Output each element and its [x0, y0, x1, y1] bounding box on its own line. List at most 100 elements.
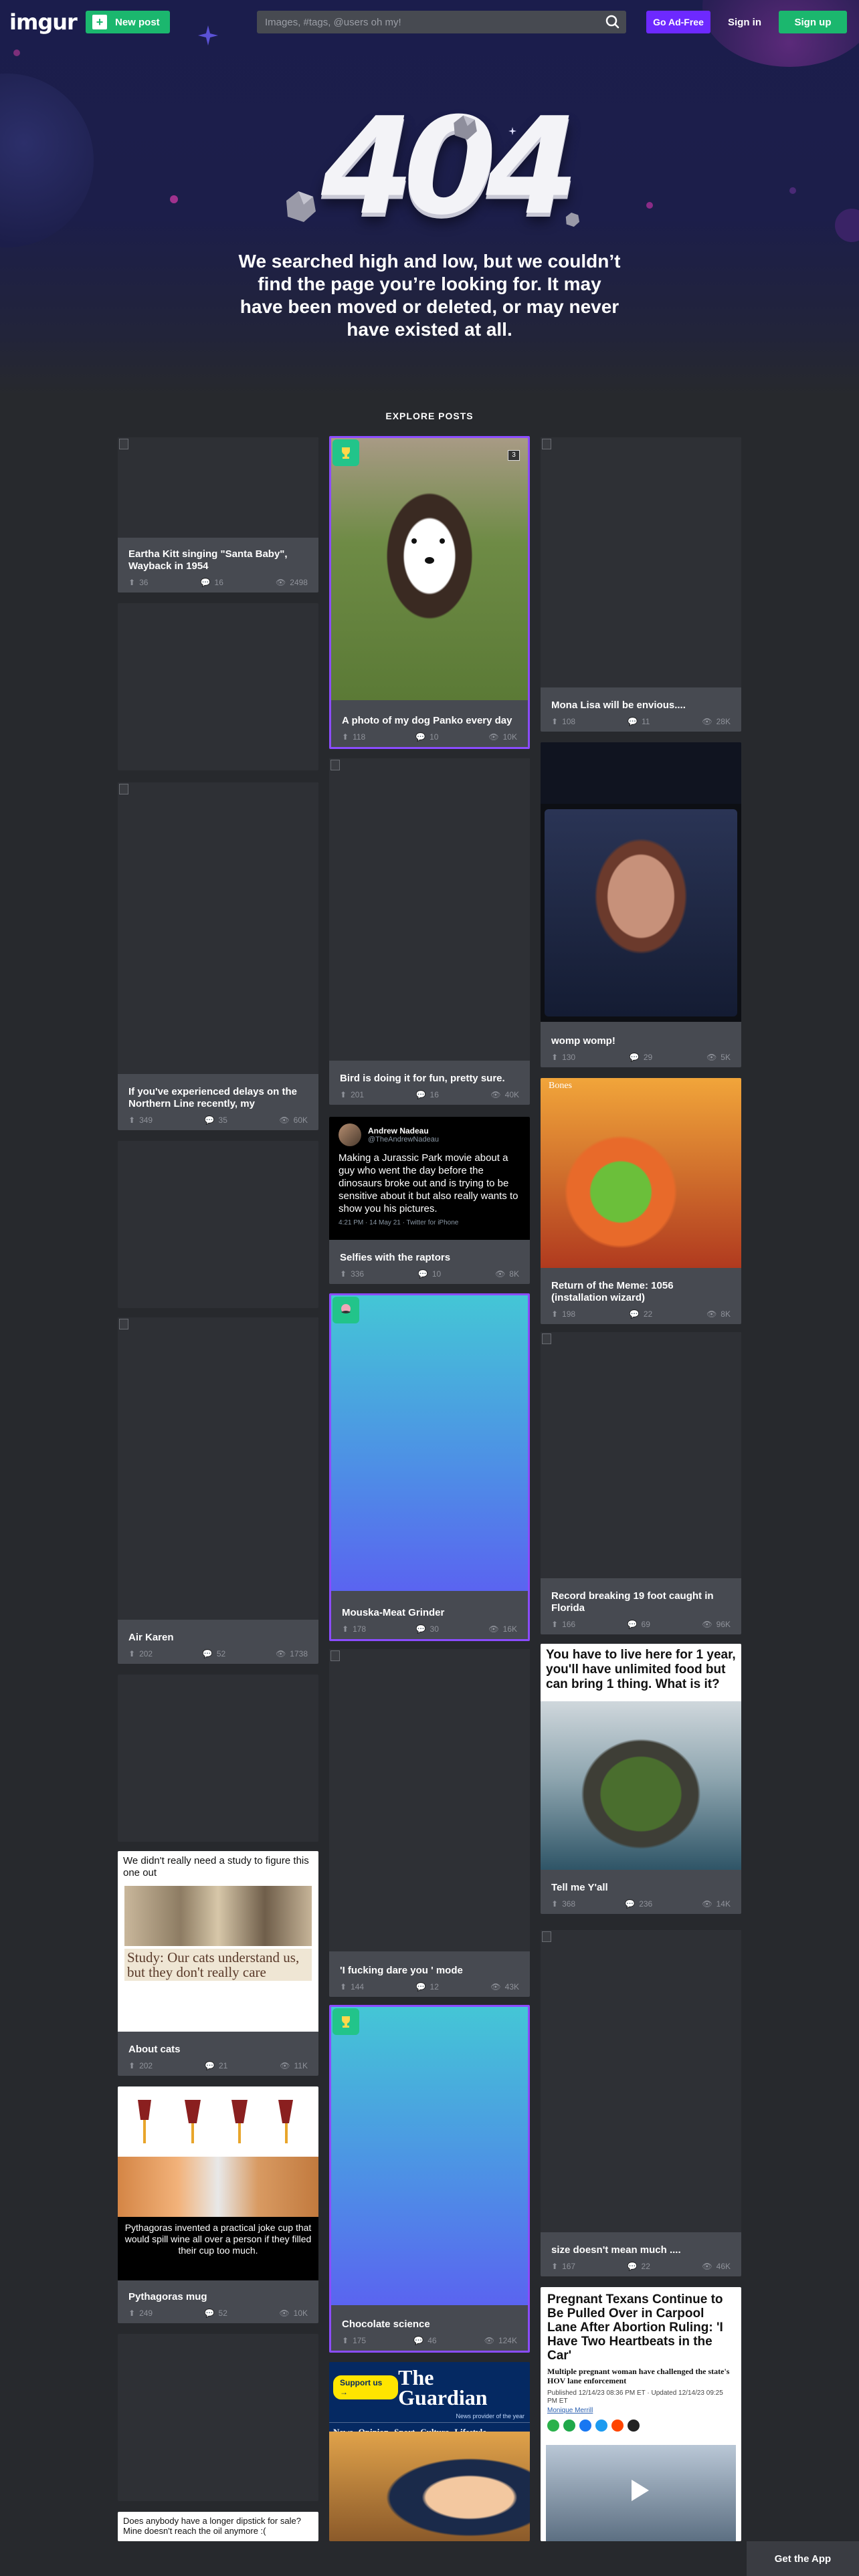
post-image [541, 742, 741, 1022]
post-card[interactable]: Air Karen ⬆ 202 💬 52 👁 1738 [118, 1317, 318, 1664]
broken-image-icon [330, 760, 340, 770]
post-card[interactable]: You have to live here for 1 year, you'll… [541, 1644, 741, 1914]
post-title: size doesn't mean much .... [551, 2244, 681, 2256]
post-title: Pythagoras mug [128, 2291, 207, 2302]
view-count: 👁 40K [490, 1090, 519, 1099]
post-card[interactable]: If you've experienced delays on the Nort… [118, 782, 318, 1130]
broken-image-icon [542, 1931, 551, 1942]
article-subhead: Multiple pregnant woman have challenged … [547, 2367, 730, 2385]
comment-count: 💬 35 [204, 1115, 227, 1125]
upvote-count: ⬆ 198 [551, 1309, 576, 1319]
video-player[interactable] [546, 2445, 736, 2541]
post-overlay-text: We didn't really need a study to figure … [123, 1855, 309, 1879]
portrait-photo [545, 809, 737, 1016]
decor-dot [170, 195, 178, 203]
post-card[interactable]: Bones Return of the Meme: 1056 (installa… [541, 1078, 741, 1324]
post-title: Mouska-Meat Grinder [342, 1607, 445, 1618]
search-input[interactable] [257, 16, 599, 28]
comment-count: 💬 52 [202, 1649, 226, 1658]
broken-image-icon [542, 439, 551, 449]
sign-up-button[interactable]: Sign up [779, 11, 847, 33]
post-card-promoted[interactable]: 3 A photo of my dog Panko every day ⬆ 11… [329, 436, 530, 749]
post-image [329, 758, 530, 1061]
tweet-text: Making a Jurassic Park movie about a guy… [339, 1152, 518, 1214]
comment-count: 💬 22 [629, 1309, 653, 1319]
post-card[interactable]: Eartha Kitt singing "Santa Baby", Waybac… [118, 437, 318, 593]
post-title: 'I fucking dare you ' mode [340, 1965, 463, 1976]
post-card[interactable]: Pythagoras invented a practical joke cup… [118, 2086, 318, 2323]
comment-count: 💬 21 [205, 2061, 228, 2070]
view-count: 👁 10K [488, 732, 517, 742]
upvote-count: ⬆ 368 [551, 1899, 576, 1909]
view-count: 👁 8K [495, 1269, 519, 1279]
post-card-promoted[interactable]: Chocolate science ⬆ 175 💬 46 👁 124K [329, 2005, 530, 2353]
post-card[interactable]: Bird is doing it for fun, pretty sure. ⬆… [329, 758, 530, 1105]
upvote-count: ⬆ 202 [128, 1649, 153, 1658]
view-count: 👁 28K [702, 717, 731, 726]
post-title: Eartha Kitt singing "Santa Baby", Waybac… [128, 548, 288, 572]
view-count: 👁 43K [490, 1982, 519, 1992]
post-card[interactable]: Andrew Nadeau @TheAndrewNadeau Making a … [329, 1117, 530, 1284]
post-card[interactable]: size doesn't mean much .... ⬆ 167 💬 22 👁 4… [541, 1930, 741, 2276]
comment-count: 💬 29 [629, 1053, 653, 1062]
imgur-logo[interactable]: imgur [9, 9, 78, 35]
post-image [541, 1930, 741, 2232]
island-photo [541, 1701, 741, 1870]
support-us-button: Support us → [333, 2375, 399, 2399]
view-count: 👁 11K [280, 2061, 308, 2070]
tweet-screenshot: Andrew Nadeau @TheAndrewNadeau Making a … [329, 1117, 530, 1240]
upvote-count: ⬆ 108 [551, 717, 576, 726]
play-icon[interactable] [632, 2480, 649, 2501]
search-bar [257, 11, 626, 33]
logo-text: imgur [9, 9, 78, 35]
post-image [118, 437, 318, 538]
view-count: 👁 96K [702, 1620, 731, 1629]
post-card[interactable]: Does anybody have a longer dipstick for … [118, 2512, 318, 2541]
comment-count: 💬 69 [627, 1620, 650, 1629]
post-card[interactable]: Support us → The Guardian News provider … [329, 2362, 530, 2541]
post-card[interactable]: Record breaking 19 foot caught in Florid… [541, 1332, 741, 1634]
get-the-app-button[interactable]: Get the App [747, 2541, 859, 2576]
upvote-count: ⬆ 349 [128, 1115, 153, 1125]
post-card[interactable]: Mona Lisa will be envious.... ⬆ 108 💬 11 👁… [541, 437, 741, 732]
post-card[interactable]: womp womp! ⬆ 130 💬 29 👁 5K [541, 742, 741, 1067]
post-image: Pythagoras invented a practical joke cup… [118, 2086, 318, 2280]
newspaper-photo [124, 1886, 312, 1946]
explore-posts-heading: EXPLORE POSTS [385, 411, 474, 421]
decor-dot [646, 202, 653, 209]
upvote-count: ⬆ 144 [340, 1982, 365, 1992]
search-icon[interactable] [599, 11, 626, 33]
go-ad-free-button[interactable]: Go Ad-Free [646, 11, 710, 33]
broken-image-icon [119, 439, 128, 449]
new-post-label: New post [115, 16, 160, 28]
hero-section: imgur + New post Go Ad-Free Sign in Sign… [0, 0, 859, 395]
post-title: Return of the Meme: 1056 (installation w… [551, 1280, 674, 1303]
broken-image-icon [330, 1650, 340, 1661]
post-card[interactable]: 'I fucking dare you ' mode ⬆ 144 💬 12 👁 43… [329, 1649, 530, 1997]
post-card-promoted[interactable]: Mouska-Meat Grinder ⬆ 178 💬 30 👁 16K [329, 1293, 530, 1641]
top-navigation: imgur + New post Go Ad-Free Sign in Sign… [0, 0, 859, 44]
view-count: 👁 2498 [276, 578, 308, 587]
article-headline: Pregnant Texans Continue to Be Pulled Ov… [547, 2292, 723, 2363]
view-count: 👁 1738 [276, 1649, 308, 1658]
post-card[interactable] [118, 603, 318, 770]
view-count: 👁 10K [279, 2309, 308, 2318]
post-card[interactable]: Pregnant Texans Continue to Be Pulled Ov… [541, 2287, 741, 2541]
post-card[interactable] [118, 1675, 318, 1842]
cup-diagram [138, 2100, 293, 2143]
post-card[interactable] [118, 2334, 318, 2501]
comment-count: 💬 46 [413, 2336, 437, 2345]
bottom-bar [0, 2541, 747, 2576]
post-card[interactable]: We didn't really need a study to figure … [118, 1851, 318, 2076]
post-card[interactable] [118, 1141, 318, 1308]
new-post-button[interactable]: + New post [86, 11, 170, 33]
album-count-icon: 3 [508, 450, 520, 461]
upvote-count: ⬆ 118 [342, 732, 366, 742]
share-icons [547, 2420, 735, 2432]
mug-photo [118, 2157, 318, 2217]
sign-in-link[interactable]: Sign in [723, 11, 767, 33]
post-title: If you've experienced delays on the Nort… [128, 1086, 297, 1109]
error-code: 404 [321, 89, 579, 245]
moustache-badge-icon [332, 1297, 359, 1323]
article-meta: Published 12/14/23 08:36 PM ET · Updated… [547, 2389, 723, 2405]
